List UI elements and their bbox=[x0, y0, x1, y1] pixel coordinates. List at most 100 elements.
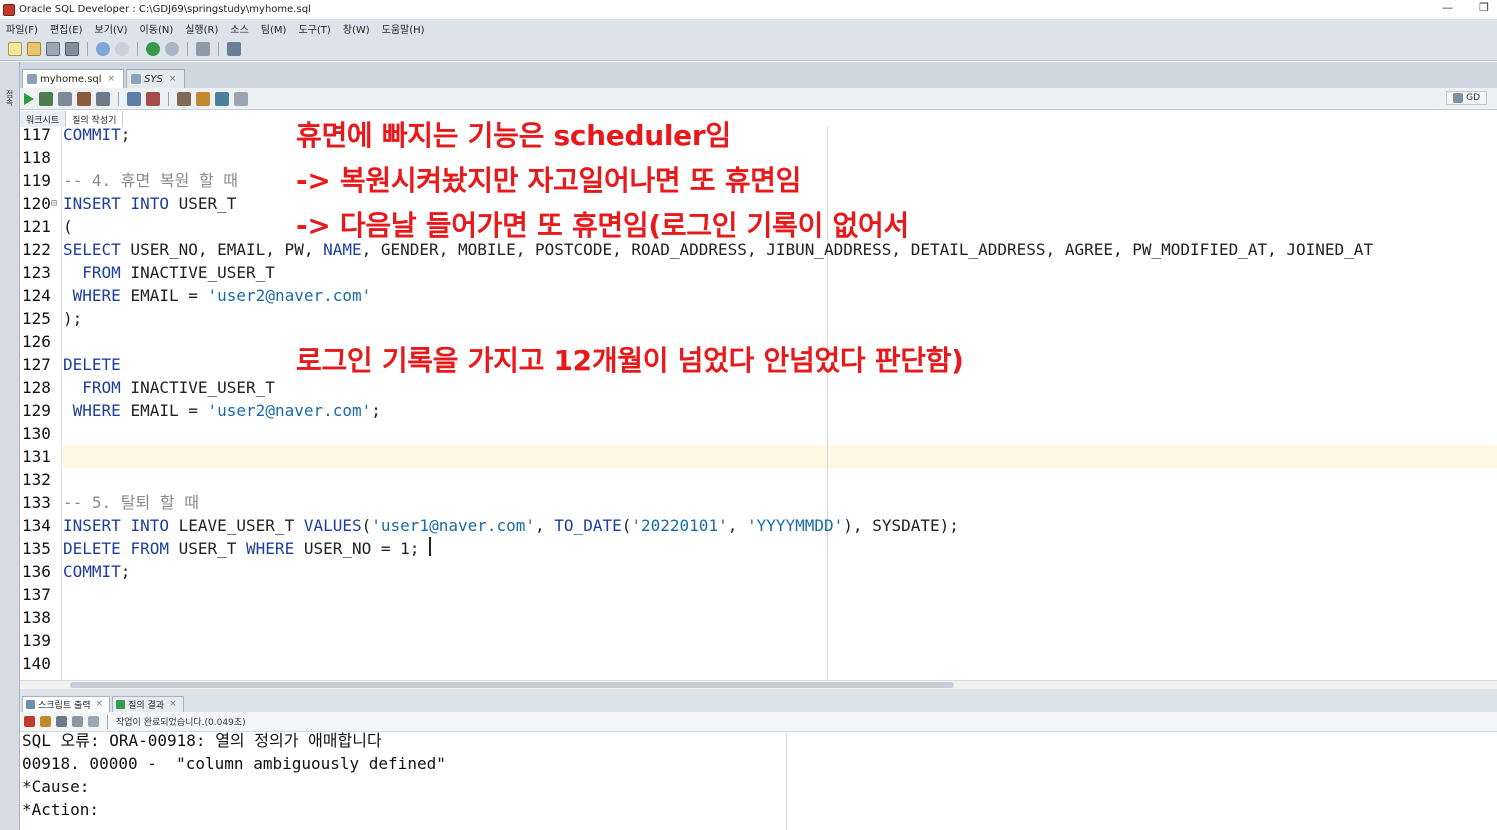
menu-file[interactable]: 파일(F) bbox=[0, 21, 44, 36]
code-text: INSERT INTO LEAVE_USER_T VALUES('user1@n… bbox=[63, 516, 959, 535]
rollback-icon[interactable] bbox=[77, 91, 91, 106]
code-line[interactable]: 129 WHERE EMAIL = 'user2@naver.com'; bbox=[20, 399, 1497, 422]
line-number: 131 bbox=[22, 447, 51, 466]
menu-tools[interactable]: 도구(T) bbox=[292, 21, 336, 36]
menu-team[interactable]: 팀(M) bbox=[255, 21, 293, 36]
code-line[interactable]: 138 bbox=[20, 606, 1497, 629]
code-line[interactable]: 125); bbox=[20, 307, 1497, 330]
horizontal-scrollbar[interactable] bbox=[20, 680, 1497, 689]
line-number: 135 bbox=[22, 539, 51, 558]
line-number: 132 bbox=[22, 470, 51, 489]
script-output-panel[interactable]: SQL 오류: ORA-00918: 열의 정의가 애매합니다 00918. 0… bbox=[20, 732, 1497, 830]
line-number: 123 bbox=[22, 263, 51, 282]
undo-icon[interactable] bbox=[96, 41, 110, 56]
close-icon[interactable]: × bbox=[96, 699, 104, 709]
tab-worksheet[interactable]: 워크시트 bbox=[20, 111, 67, 127]
code-line[interactable]: 137 bbox=[20, 583, 1497, 606]
code-line[interactable]: 123 FROM INACTIVE_USER_T bbox=[20, 261, 1497, 284]
annotation-text: -> 다음날 들어가면 또 휴면임(로그인 기록이 없어서 bbox=[296, 209, 909, 242]
scrollbar-thumb[interactable] bbox=[70, 682, 954, 688]
code-line[interactable]: 133 -- 5. 탈퇴 할 때 bbox=[20, 491, 1497, 514]
line-number: 140 bbox=[22, 654, 51, 673]
connection-selector[interactable]: GD bbox=[1446, 91, 1487, 105]
export-icon[interactable] bbox=[88, 716, 99, 727]
new-file-icon[interactable] bbox=[8, 41, 22, 56]
run-statement-icon[interactable] bbox=[24, 92, 34, 105]
print-icon[interactable] bbox=[72, 716, 83, 727]
tab-label: 질의 결과 bbox=[128, 700, 165, 711]
save-output-icon[interactable] bbox=[56, 716, 67, 727]
code-line[interactable]: 139 bbox=[20, 629, 1497, 652]
output-line: SQL 오류: ORA-00918: 열의 정의가 애매합니다 bbox=[22, 732, 382, 750]
tab-query-builder[interactable]: 질의 작성기 bbox=[66, 111, 124, 127]
case-toggle-icon[interactable] bbox=[234, 91, 248, 106]
code-text: ( bbox=[63, 217, 73, 236]
line-number: 137 bbox=[22, 585, 51, 604]
output-status: 작업이 완료되었습니다.(0.049초) bbox=[116, 718, 246, 728]
forward-icon[interactable] bbox=[165, 41, 179, 56]
line-number: 120 bbox=[22, 194, 51, 213]
autotrace-icon[interactable] bbox=[127, 91, 141, 106]
code-text: FROM INACTIVE_USER_T bbox=[82, 263, 275, 282]
redo-icon[interactable] bbox=[115, 41, 129, 56]
db-icon bbox=[1453, 93, 1464, 103]
sql-file-icon bbox=[27, 74, 37, 84]
tab-label: 스크립트 출력 bbox=[38, 700, 91, 711]
code-line[interactable]: 124 WHERE EMAIL = 'user2@naver.com' bbox=[20, 284, 1497, 307]
output-line: *Action: bbox=[22, 800, 100, 819]
menu-run[interactable]: 실행(R) bbox=[179, 21, 224, 36]
pin-icon[interactable] bbox=[24, 716, 35, 727]
code-line[interactable]: 135 DELETE FROM USER_T WHERE USER_NO = 1; bbox=[20, 537, 1497, 560]
code-line[interactable]: 132 bbox=[20, 468, 1497, 491]
open-folder-icon[interactable] bbox=[27, 41, 41, 56]
find-icon[interactable] bbox=[215, 91, 229, 106]
sql-file-icon bbox=[131, 74, 142, 84]
fold-toggle-icon[interactable]: ⊟ bbox=[51, 192, 57, 215]
format-pencil-icon[interactable] bbox=[196, 91, 210, 106]
output-line: *Cause: bbox=[22, 777, 90, 796]
commit-icon[interactable] bbox=[58, 91, 72, 106]
close-icon[interactable]: × bbox=[169, 699, 177, 709]
binoculars-icon[interactable] bbox=[227, 41, 241, 56]
tab-sys[interactable]: SYS × bbox=[126, 69, 186, 88]
back-icon[interactable] bbox=[146, 41, 160, 56]
code-line[interactable]: 117 COMMIT; bbox=[20, 127, 1497, 146]
code-text: DELETE FROM USER_T WHERE USER_NO = 1; bbox=[63, 539, 420, 558]
close-icon[interactable]: × bbox=[108, 74, 116, 84]
sql-history-icon[interactable] bbox=[177, 91, 191, 106]
code-line[interactable]: 140 bbox=[20, 652, 1497, 675]
menu-edit[interactable]: 편집(E) bbox=[44, 21, 89, 36]
menu-source[interactable]: 소스 bbox=[224, 21, 254, 36]
code-text: -- 4. 휴면 복원 할 때 bbox=[63, 171, 239, 190]
minimize-button[interactable]: — bbox=[1442, 1, 1453, 14]
code-line[interactable]: 131 bbox=[20, 445, 1497, 468]
db-connection-icon[interactable] bbox=[196, 41, 210, 56]
save-icon[interactable] bbox=[46, 41, 60, 56]
output-toolbar: 작업이 완료되었습니다.(0.049초) bbox=[20, 712, 1497, 732]
menu-window[interactable]: 창(W) bbox=[337, 21, 376, 36]
restore-button[interactable]: ❐ bbox=[1479, 1, 1489, 14]
code-line[interactable]: 136 COMMIT; bbox=[20, 560, 1497, 583]
tab-label: SYS bbox=[144, 73, 163, 85]
menu-navigate[interactable]: 이동(N) bbox=[134, 21, 180, 36]
code-line[interactable]: 134 INSERT INTO LEAVE_USER_T VALUES('user… bbox=[20, 514, 1497, 537]
code-line[interactable]: 130 bbox=[20, 422, 1497, 445]
code-line[interactable]: 128 FROM INACTIVE_USER_T bbox=[20, 376, 1497, 399]
explain-plan-icon[interactable] bbox=[96, 91, 110, 106]
run-script-icon[interactable] bbox=[39, 91, 53, 106]
code-text: DELETE bbox=[63, 355, 121, 374]
close-icon[interactable]: × bbox=[169, 74, 177, 84]
code-text: FROM INACTIVE_USER_T bbox=[82, 378, 275, 397]
tab-myhome-sql[interactable]: myhome.sql × bbox=[22, 69, 125, 88]
clear-output-icon[interactable] bbox=[40, 716, 51, 727]
line-number: 128 bbox=[22, 378, 51, 397]
clear-icon[interactable] bbox=[146, 91, 160, 106]
left-side-strip: 접속 bbox=[0, 62, 20, 830]
save-all-icon[interactable] bbox=[65, 41, 79, 56]
menu-view[interactable]: 보기(V) bbox=[89, 21, 134, 36]
connections-vertical-tab[interactable]: 접속 bbox=[4, 90, 15, 106]
tab-query-result[interactable]: 질의 결과 × bbox=[112, 695, 184, 712]
menu-help[interactable]: 도움말(H) bbox=[376, 21, 431, 36]
code-text: WHERE EMAIL = 'user2@naver.com' bbox=[72, 286, 372, 305]
tab-script-output[interactable]: 스크립트 출력 × bbox=[22, 695, 111, 712]
